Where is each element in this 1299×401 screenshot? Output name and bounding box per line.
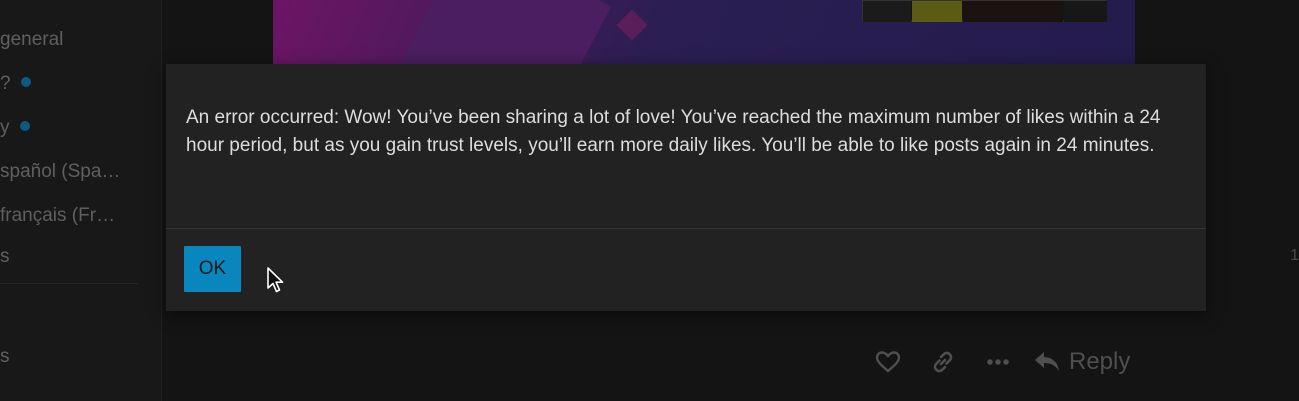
error-message: An error occurred: Wow! You’ve been shar…: [186, 107, 1161, 156]
error-dialog: An error occurred: Wow! You’ve been shar…: [166, 64, 1206, 311]
mouse-cursor-icon: [267, 267, 284, 293]
ok-button[interactable]: OK: [184, 246, 241, 292]
page: general ? y spañol (Spa… français (Fr… s…: [0, 0, 1299, 401]
dialog-divider: [166, 228, 1206, 229]
